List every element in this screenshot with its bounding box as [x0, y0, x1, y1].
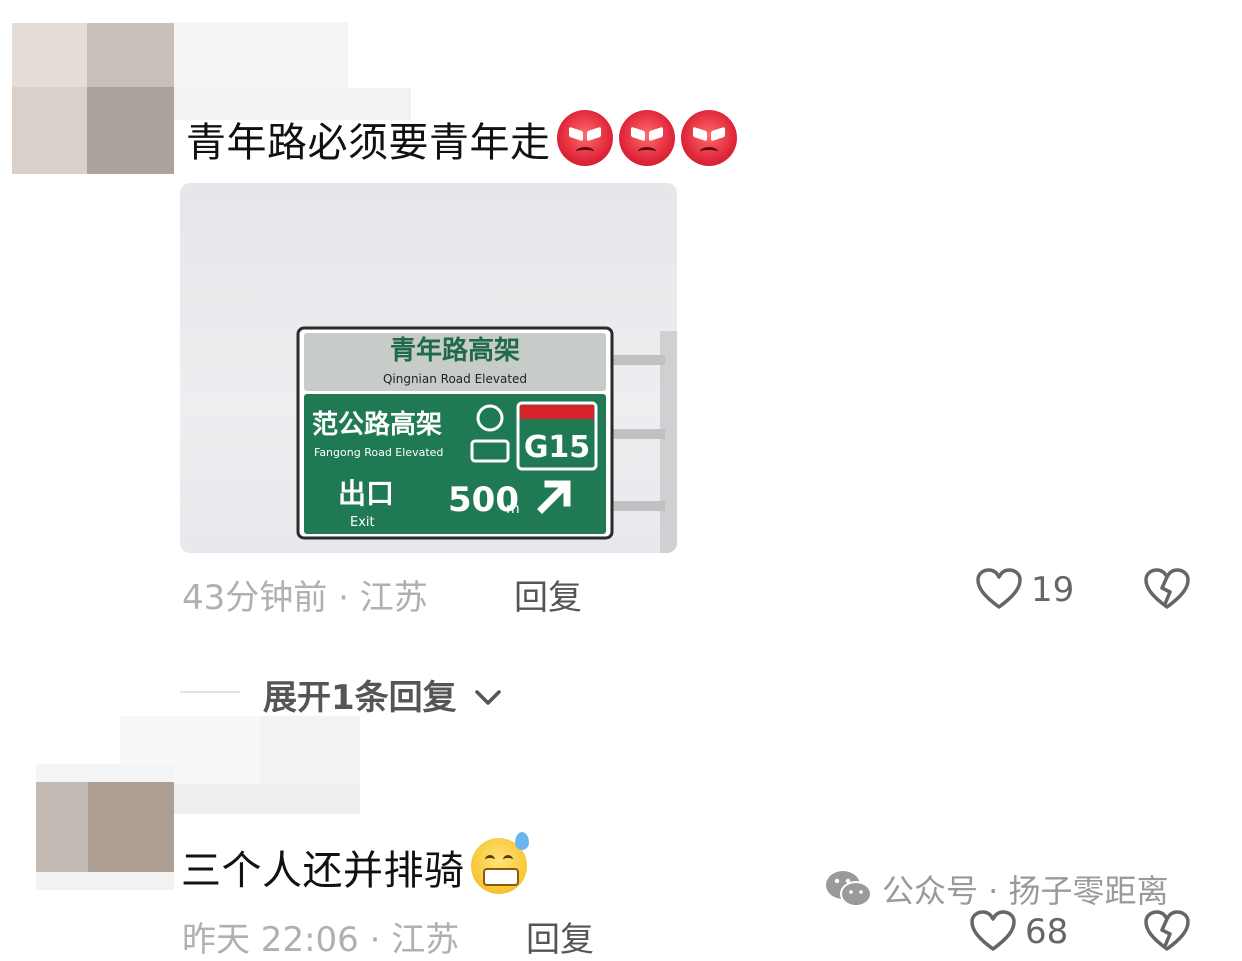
heart-icon [976, 568, 1022, 609]
comment-text: 三个人还并排骑 [181, 832, 529, 895]
sign-exit-cn: 出口 [338, 477, 394, 510]
wechat-watermark: 公众号 · 扬子零距离 [824, 866, 1169, 912]
username-pixelated[interactable] [174, 22, 411, 120]
angry-face-icon [556, 110, 613, 166]
dislike-button[interactable] [1144, 568, 1190, 614]
comment-meta: 43分钟前 · 江苏 [182, 578, 428, 618]
comment-time: 昨天 22:06 [182, 920, 359, 960]
like-button[interactable] [970, 910, 1016, 956]
angry-face-icon [618, 110, 675, 166]
watermark-text: 公众号 · 扬子零距离 [882, 872, 1169, 910]
wechat-icon [826, 871, 872, 907]
sign-exit-en: Exit [350, 515, 375, 530]
sign-sub-cn: 范公路高架 [312, 409, 442, 440]
sign-route: G15 [524, 430, 590, 465]
reply-button[interactable]: 回复 [526, 912, 594, 961]
like-button[interactable] [976, 568, 1022, 614]
chevron-down-icon [474, 690, 501, 705]
divider-line [180, 691, 240, 693]
comment-location: 江苏 [391, 920, 460, 960]
comment-photo[interactable]: 青年路高架 Qingnian Road Elevated 范公路高架 Fango… [180, 183, 677, 553]
sign-title-cn: 青年路高架 [390, 335, 520, 366]
avatar-pixelated[interactable] [12, 23, 174, 174]
comment-location: 江苏 [359, 578, 428, 618]
comment-meta: 昨天 22:06 · 江苏 [182, 920, 460, 960]
like-count: 68 [1025, 912, 1069, 952]
road-sign-image: 青年路高架 Qingnian Road Elevated 范公路高架 Fango… [296, 326, 677, 553]
sign-sub-en: Fangong Road Elevated [314, 446, 443, 459]
avatar-pixelated[interactable] [36, 764, 174, 890]
like-count: 19 [1031, 570, 1075, 610]
comment-text: 青年路必须要青年走 [186, 110, 737, 167]
heart-icon [970, 910, 1016, 951]
expand-replies-label: 展开1条回复 [263, 678, 457, 718]
sign-title-en: Qingnian Road Elevated [383, 372, 527, 386]
comment-body: 青年路必须要青年走 [186, 120, 551, 166]
dislike-button[interactable] [1144, 910, 1190, 956]
comment-body: 三个人还并排骑 [181, 848, 465, 894]
expand-replies-button[interactable]: 展开1条回复 [263, 670, 503, 719]
broken-heart-icon [1144, 910, 1190, 951]
sign-distance-unit: m [506, 501, 520, 517]
broken-heart-icon [1144, 568, 1190, 609]
angry-face-icon [680, 110, 737, 166]
grinning-sweat-icon [470, 832, 529, 894]
reply-button[interactable]: 回复 [514, 570, 582, 619]
comment-time: 43分钟前 [182, 578, 328, 618]
